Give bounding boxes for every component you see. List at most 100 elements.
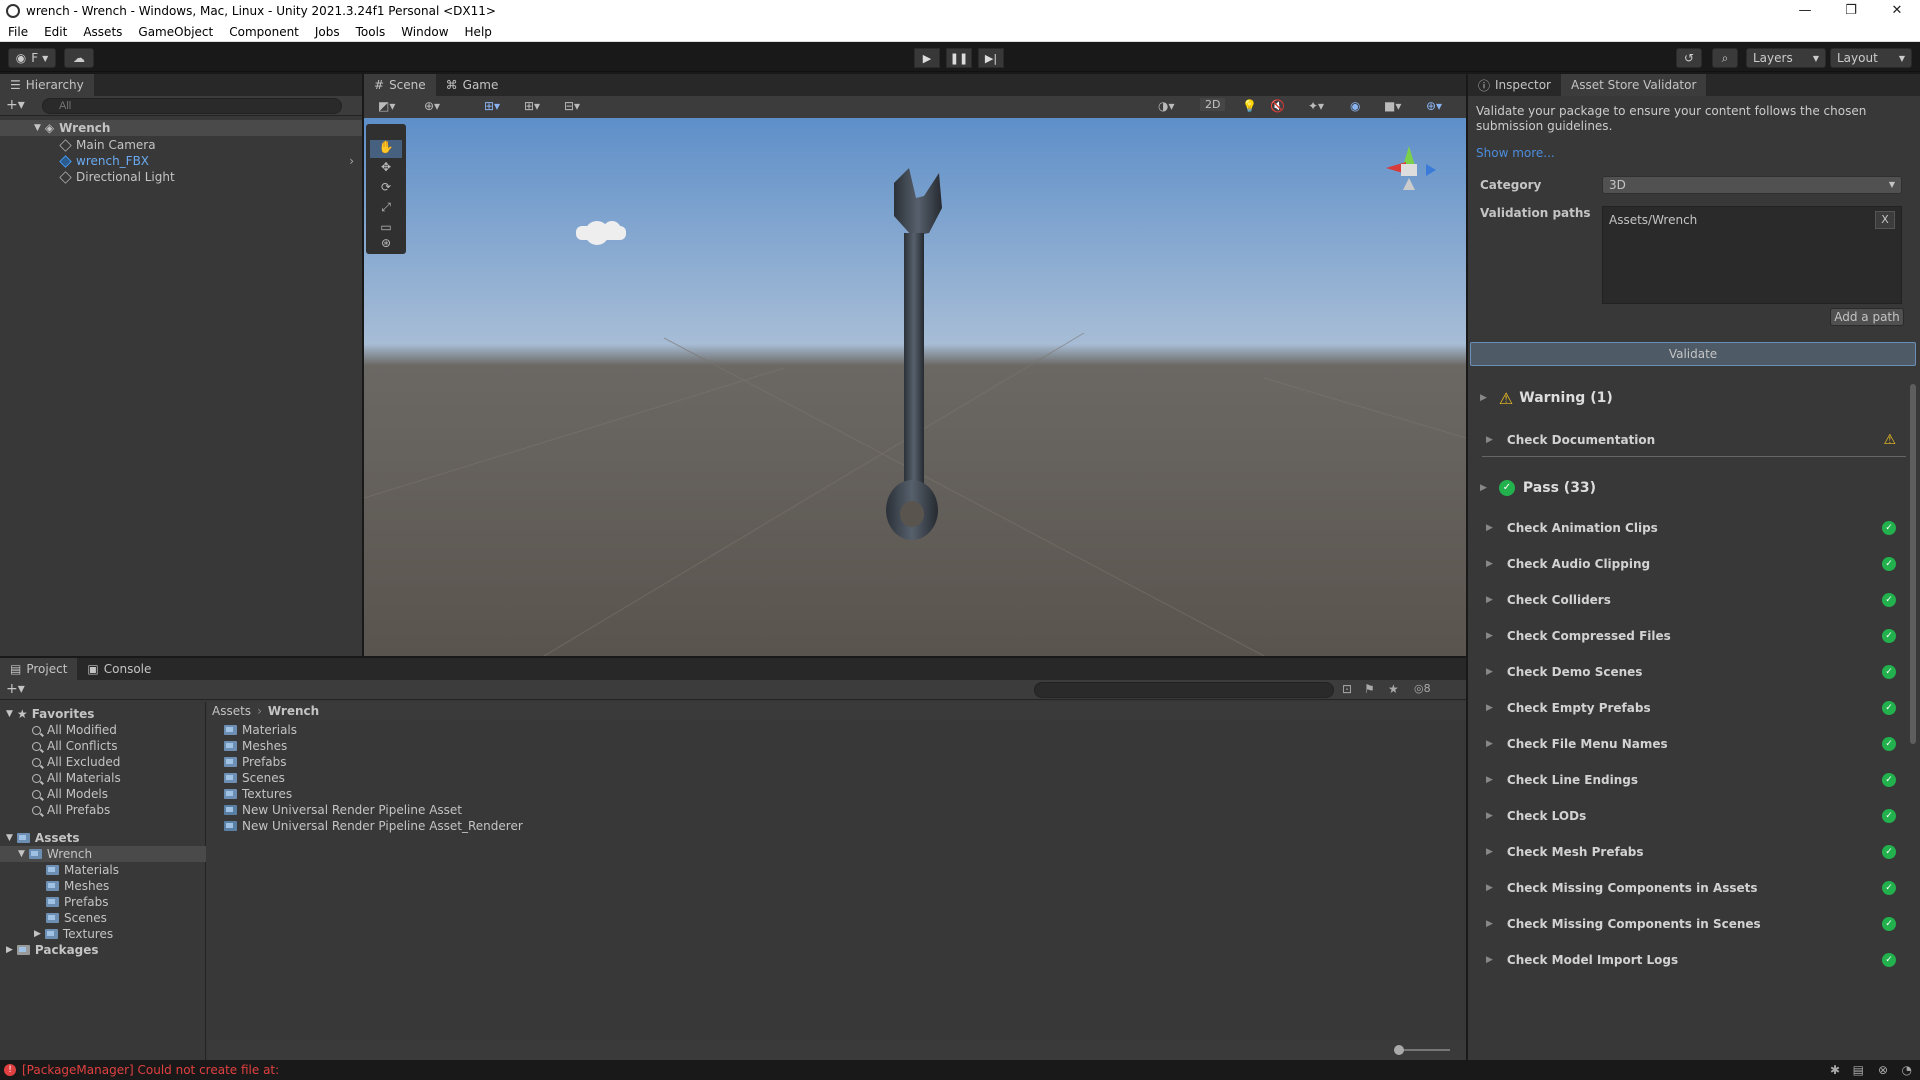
draw-mode-icon[interactable]: ◩▾: [378, 99, 395, 113]
menu-help[interactable]: Help: [457, 25, 500, 39]
transform-tool-icon[interactable]: ⊛: [370, 236, 402, 254]
favorite-item[interactable]: All Models: [0, 786, 108, 802]
rotate-tool-icon[interactable]: ⟳: [370, 180, 402, 198]
result-row[interactable]: ▶ Check Empty Prefabs ✓: [1480, 690, 1900, 726]
tab-asset-store-validator[interactable]: Asset Store Validator: [1561, 74, 1707, 96]
menu-gameobject[interactable]: GameObject: [130, 25, 221, 39]
scene-viewport[interactable]: [364, 118, 1466, 656]
increment-snap-icon[interactable]: ⊟▾: [564, 99, 580, 113]
effects-icon[interactable]: ✦▾: [1308, 99, 1324, 113]
hierarchy-item[interactable]: wrench_FBX ›: [0, 153, 362, 169]
chevron-right-icon[interactable]: ›: [349, 154, 354, 168]
favorite-item[interactable]: All Excluded: [0, 754, 120, 770]
hidden-packages-icon[interactable]: ◎8: [1414, 682, 1431, 695]
file-item[interactable]: Meshes: [224, 738, 287, 754]
favorite-item[interactable]: All Materials: [0, 770, 121, 786]
global-icon[interactable]: ⊕▾: [424, 99, 440, 113]
file-item[interactable]: New Universal Render Pipeline Asset: [224, 802, 462, 818]
cloud-button[interactable]: ☁: [64, 48, 94, 68]
validate-button[interactable]: Validate: [1470, 342, 1916, 366]
project-search-input[interactable]: [1034, 682, 1334, 698]
progress-icon[interactable]: ⊗: [1878, 1063, 1888, 1077]
file-item[interactable]: Textures: [224, 786, 292, 802]
result-row[interactable]: ▶ Check Model Import Logs ✓: [1480, 942, 1900, 978]
favorites-header[interactable]: ▼ ★ Favorites: [0, 706, 94, 722]
tab-game[interactable]: ⌘ Game: [436, 74, 509, 96]
file-item[interactable]: Scenes: [224, 770, 285, 786]
hierarchy-scene-root[interactable]: ▼ ◈ Wrench: [0, 120, 362, 136]
add-icon[interactable]: +▾: [6, 97, 25, 113]
result-row[interactable]: ▶ Check Demo Scenes ✓: [1480, 654, 1900, 690]
maximize-button[interactable]: ❐: [1828, 0, 1874, 22]
search-by-type-icon[interactable]: ⊡: [1342, 682, 1352, 696]
tab-project[interactable]: ▤ Project: [0, 658, 78, 680]
hierarchy-item[interactable]: Directional Light: [0, 169, 175, 185]
tab-console[interactable]: ▣ Console: [77, 658, 161, 680]
menu-file[interactable]: File: [0, 25, 36, 39]
scale-tool-icon[interactable]: ⤢: [370, 200, 402, 218]
collab-icon[interactable]: ◔: [1902, 1063, 1912, 1077]
favorite-item[interactable]: All Conflicts: [0, 738, 117, 754]
file-item[interactable]: Materials: [224, 722, 297, 738]
tab-inspector[interactable]: ⓘ Inspector: [1468, 74, 1561, 96]
category-dropdown[interactable]: 3D ▼: [1602, 176, 1902, 194]
result-row[interactable]: ▶ Check Line Endings ✓: [1480, 762, 1900, 798]
hand-tool-icon[interactable]: ✋: [370, 140, 402, 158]
account-button[interactable]: ◉ F ▼: [8, 48, 56, 68]
file-item[interactable]: New Universal Render Pipeline Asset_Rend…: [224, 818, 523, 834]
scrollbar-thumb[interactable]: [1910, 384, 1916, 744]
file-item[interactable]: Prefabs: [224, 754, 287, 770]
warning-group-header[interactable]: ▶ ⚠ Warning (1): [1480, 384, 1613, 412]
hidden-icon[interactable]: ◉: [1350, 99, 1360, 113]
camera-icon[interactable]: ■▾: [1384, 99, 1401, 113]
menu-window[interactable]: Window: [393, 25, 456, 39]
pass-group-header[interactable]: ▶ ✓ Pass (33): [1480, 474, 1596, 502]
minimize-button[interactable]: —: [1782, 0, 1828, 22]
tree-item[interactable]: ▶ Textures: [0, 926, 113, 942]
gizmos-icon[interactable]: ⊕▾: [1426, 99, 1442, 113]
2d-toggle[interactable]: 2D: [1200, 98, 1226, 111]
add-icon[interactable]: +▾: [6, 681, 25, 697]
tab-hierarchy[interactable]: ☰ Hierarchy: [0, 74, 94, 96]
search-button[interactable]: ⌕: [1712, 48, 1738, 68]
play-button[interactable]: ▶: [914, 48, 940, 68]
tree-item-wrench[interactable]: ▼ Wrench: [0, 846, 206, 862]
result-row[interactable]: ▶ Check Animation Clips ✓: [1480, 510, 1900, 546]
menu-jobs[interactable]: Jobs: [307, 25, 348, 39]
result-row[interactable]: ▶ Check File Menu Names ✓: [1480, 726, 1900, 762]
audio-icon[interactable]: 🔇: [1270, 99, 1285, 113]
show-more-link[interactable]: Show more...: [1476, 146, 1555, 160]
result-row[interactable]: ▶ Check Missing Components in Assets ✓: [1480, 870, 1900, 906]
snap-icon[interactable]: ⊞▾: [484, 99, 500, 113]
layers-dropdown[interactable]: Layers ▼: [1746, 48, 1826, 68]
menu-tools[interactable]: Tools: [348, 25, 394, 39]
undo-history-button[interactable]: ↺: [1676, 48, 1702, 68]
assets-header[interactable]: ▼ Assets: [0, 830, 80, 846]
result-row[interactable]: ▶ Check Documentation ⚠: [1480, 422, 1900, 458]
favorite-icon[interactable]: ★: [1388, 682, 1399, 696]
result-row[interactable]: ▶ Check Audio Clipping ✓: [1480, 546, 1900, 582]
search-by-label-icon[interactable]: ⚑: [1364, 682, 1375, 696]
close-button[interactable]: ✕: [1874, 0, 1920, 22]
menu-edit[interactable]: Edit: [36, 25, 75, 39]
result-row[interactable]: ▶ Check LODs ✓: [1480, 798, 1900, 834]
layout-dropdown[interactable]: Layout ▼: [1830, 48, 1912, 68]
result-row[interactable]: ▶ Check Colliders ✓: [1480, 582, 1900, 618]
debug-icon[interactable]: ✱: [1830, 1063, 1840, 1077]
result-row[interactable]: ▶ Check Compressed Files ✓: [1480, 618, 1900, 654]
pause-button[interactable]: ❚❚: [946, 48, 972, 68]
tree-item[interactable]: Meshes: [0, 878, 109, 894]
result-row[interactable]: ▶ Check Mesh Prefabs ✓: [1480, 834, 1900, 870]
lighting-icon[interactable]: 💡: [1242, 99, 1257, 113]
breadcrumb-assets[interactable]: Assets: [212, 704, 251, 718]
hierarchy-search-input[interactable]: [42, 98, 342, 114]
zoom-slider-handle[interactable]: [1394, 1045, 1404, 1055]
tree-item[interactable]: Materials: [0, 862, 119, 878]
step-button[interactable]: ▶|: [978, 48, 1004, 68]
tab-scene[interactable]: # Scene: [364, 74, 436, 96]
packages-header[interactable]: ▶ Packages: [0, 942, 99, 958]
breadcrumb-wrench[interactable]: Wrench: [268, 704, 319, 718]
favorite-item[interactable]: All Modified: [0, 722, 117, 738]
remove-path-button[interactable]: X: [1875, 211, 1895, 229]
add-path-button[interactable]: Add a path: [1830, 308, 1904, 326]
